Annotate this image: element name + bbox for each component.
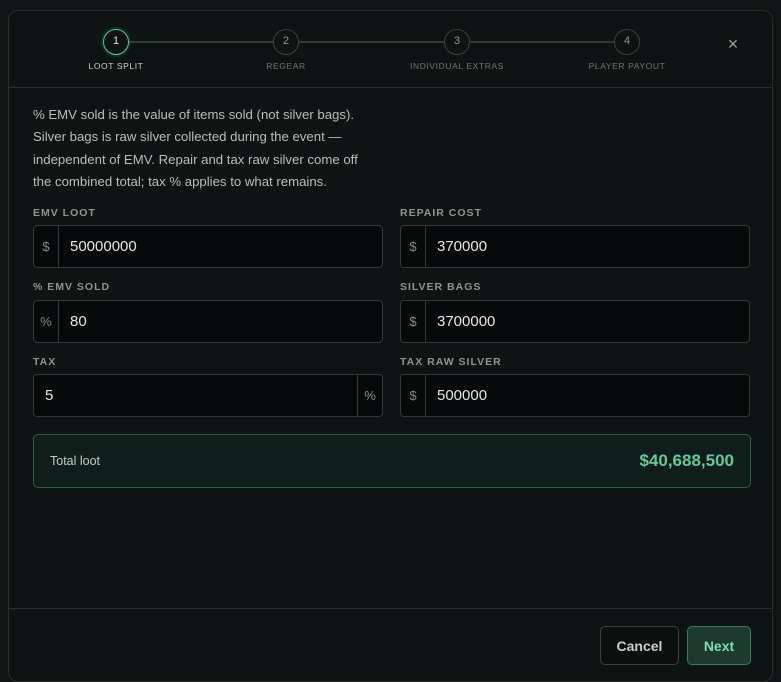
loot-split-dialog: 1 LOOT SPLIT 2 REGEAR 3 INDIVIDUAL EXTRA… (8, 10, 773, 682)
dollar-prefix: $ (401, 301, 426, 342)
step-number: 4 (614, 29, 640, 55)
tax-raw-silver-field: $ (400, 374, 750, 417)
repair-cost-input[interactable] (426, 226, 749, 267)
cancel-button[interactable]: Cancel (600, 626, 679, 665)
total-loot-label: Total loot (50, 454, 101, 468)
step-label: PLAYER PAYOUT (588, 61, 666, 71)
emv-sold-label: % EMV SOLD (33, 281, 111, 293)
step-individual-extras[interactable]: 3 INDIVIDUAL EXTRAS (387, 29, 527, 71)
description: % EMV sold is the value of items sold (n… (33, 104, 413, 194)
repair-cost-field: $ (400, 225, 750, 268)
tax-input[interactable] (34, 375, 357, 416)
dollar-prefix: $ (401, 226, 426, 267)
step-number: 1 (103, 29, 129, 55)
emv-sold-field: % (33, 300, 383, 343)
step-loot-split[interactable]: 1 LOOT SPLIT (46, 29, 186, 71)
emv-loot-label: EMV LOOT (33, 207, 96, 219)
emv-loot-field: $ (33, 225, 383, 268)
tax-raw-silver-label: TAX RAW SILVER (400, 356, 502, 368)
stepper: 1 LOOT SPLIT 2 REGEAR 3 INDIVIDUAL EXTRA… (9, 11, 772, 88)
description-line: Silver bags is raw silver collected duri… (33, 129, 342, 145)
repair-cost-label: REPAIR COST (400, 207, 482, 219)
next-button[interactable]: Next (687, 626, 751, 665)
step-label: INDIVIDUAL EXTRAS (410, 61, 504, 71)
step-player-payout[interactable]: 4 PLAYER PAYOUT (557, 29, 697, 71)
dollar-prefix: $ (401, 375, 426, 416)
total-loot-value: $40,688,500 (639, 451, 734, 470)
description-line: % EMV sold is the value of items sold (n… (33, 107, 355, 122)
dollar-prefix: $ (34, 226, 59, 267)
silver-bags-input[interactable] (426, 301, 749, 342)
tax-raw-silver-input[interactable] (426, 375, 749, 416)
step-label: REGEAR (266, 61, 306, 71)
step-number: 3 (444, 29, 470, 55)
dialog-footer: Cancel Next (9, 608, 772, 681)
step-number: 2 (273, 29, 299, 55)
step-regear[interactable]: 2 REGEAR (216, 29, 356, 71)
silver-bags-label: SILVER BAGS (400, 281, 482, 293)
close-icon[interactable]: × (722, 33, 744, 55)
description-line: the combined total; tax % applies to wha… (33, 174, 327, 190)
silver-bags-field: $ (400, 300, 750, 343)
tax-field: % (33, 374, 383, 417)
emv-loot-input[interactable] (59, 226, 382, 267)
emv-sold-input[interactable] (59, 301, 382, 342)
description-line: independent of EMV. Repair and tax raw s… (33, 151, 358, 167)
tax-label: TAX (33, 356, 57, 368)
step-label: LOOT SPLIT (88, 61, 144, 71)
total-loot-panel: Total loot $40,688,500 (33, 434, 751, 488)
percent-prefix: % (34, 301, 59, 342)
percent-suffix: % (357, 375, 382, 416)
